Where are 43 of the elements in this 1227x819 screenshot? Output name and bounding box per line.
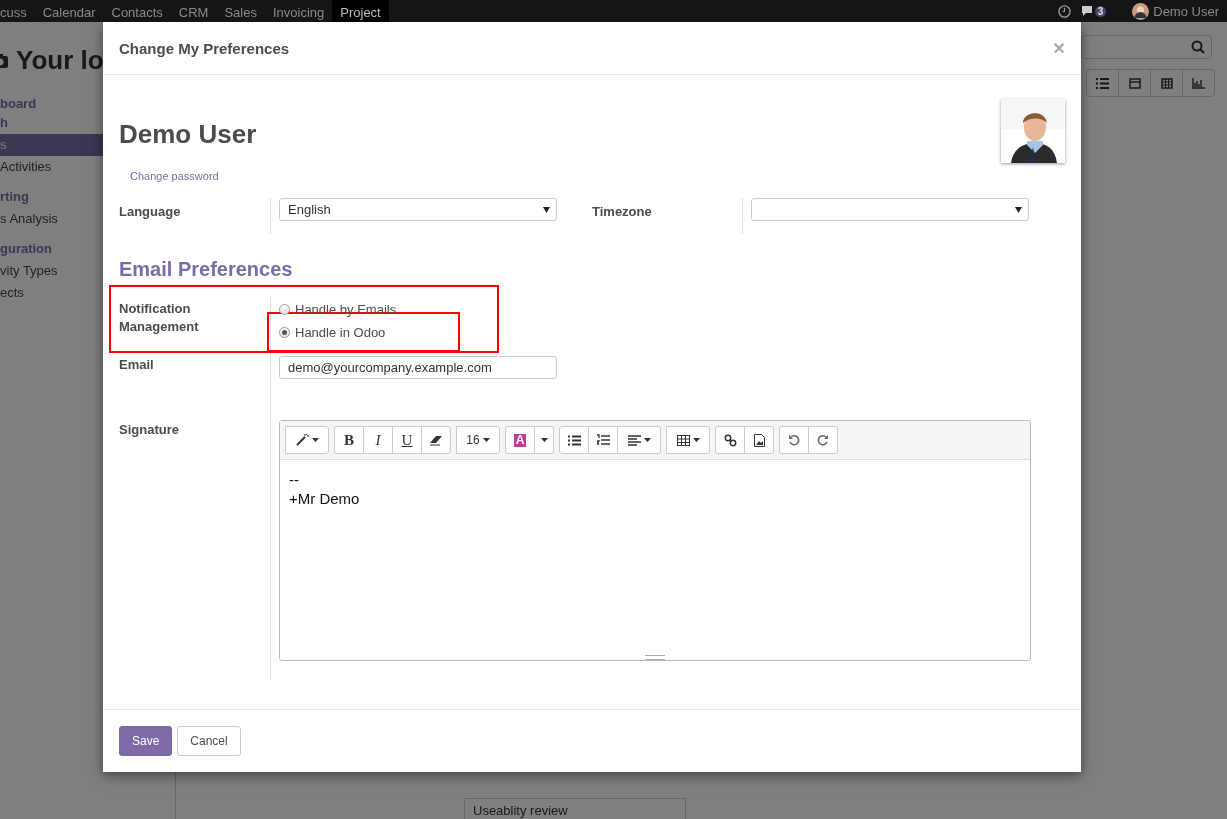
- menu-item[interactable]: cuss: [0, 0, 35, 22]
- email-field[interactable]: demo@yourcompany.example.com: [279, 356, 557, 379]
- menu-item[interactable]: CRM: [170, 0, 217, 22]
- sidebar-item[interactable]: rting: [0, 186, 103, 208]
- sidebar-item[interactable]: vity Types: [0, 260, 103, 282]
- dialog-title: Change My Preferences: [119, 39, 291, 57]
- sidebar-item[interactable]: guration: [0, 238, 103, 260]
- bold-button[interactable]: B: [334, 426, 364, 454]
- task-card[interactable]: Useablity review: [464, 798, 686, 819]
- menu-item[interactable]: Contacts: [103, 0, 171, 22]
- sidebar-item[interactable]: s Analysis: [0, 208, 103, 230]
- card-title[interactable]: Useablity review: [473, 803, 677, 819]
- font-size-dropdown[interactable]: 16: [456, 426, 500, 454]
- sidebar-item[interactable]: s: [0, 134, 103, 156]
- field-label: Language: [119, 203, 182, 221]
- italic-button[interactable]: I: [363, 426, 393, 454]
- save-button[interactable]: Save: [119, 726, 173, 756]
- message-count: 3: [1094, 5, 1107, 17]
- field-label: Timezone: [592, 203, 653, 221]
- sidebar-item[interactable]: Activities: [0, 156, 103, 178]
- user-name[interactable]: Demo User: [1153, 3, 1219, 19]
- change-password-link[interactable]: Change password: [130, 170, 219, 182]
- signature-line: +Mr Demo: [289, 489, 361, 508]
- text-color-button[interactable]: A: [505, 426, 535, 454]
- signature-line: --: [289, 470, 300, 489]
- section-heading: Email Preferences: [119, 258, 294, 281]
- menu-item[interactable]: Project: [332, 0, 389, 22]
- underline-button[interactable]: U: [392, 426, 422, 454]
- menu-item[interactable]: Sales: [216, 0, 265, 22]
- field-label: Signature: [119, 421, 180, 439]
- sidebar-item[interactable]: board: [0, 93, 103, 115]
- menu-item[interactable]: Invoicing: [264, 0, 333, 22]
- field-label: Email: [119, 356, 155, 374]
- radio-label[interactable]: Handle in Odoo: [295, 325, 386, 340]
- sidebar-item[interactable]: ects: [0, 282, 103, 304]
- language-select[interactable]: English: [279, 198, 557, 221]
- field-label: Notification Management: [119, 300, 200, 336]
- cancel-button[interactable]: Cancel: [177, 726, 241, 756]
- sidebar-item[interactable]: h: [0, 115, 103, 134]
- company-title: Your lo: [16, 45, 104, 76]
- signature-editor[interactable]: B I U 16 A -- +Mr Demo: [279, 420, 1031, 661]
- user-name-heading: Demo User: [119, 119, 257, 150]
- menu-item[interactable]: Calendar: [34, 0, 104, 22]
